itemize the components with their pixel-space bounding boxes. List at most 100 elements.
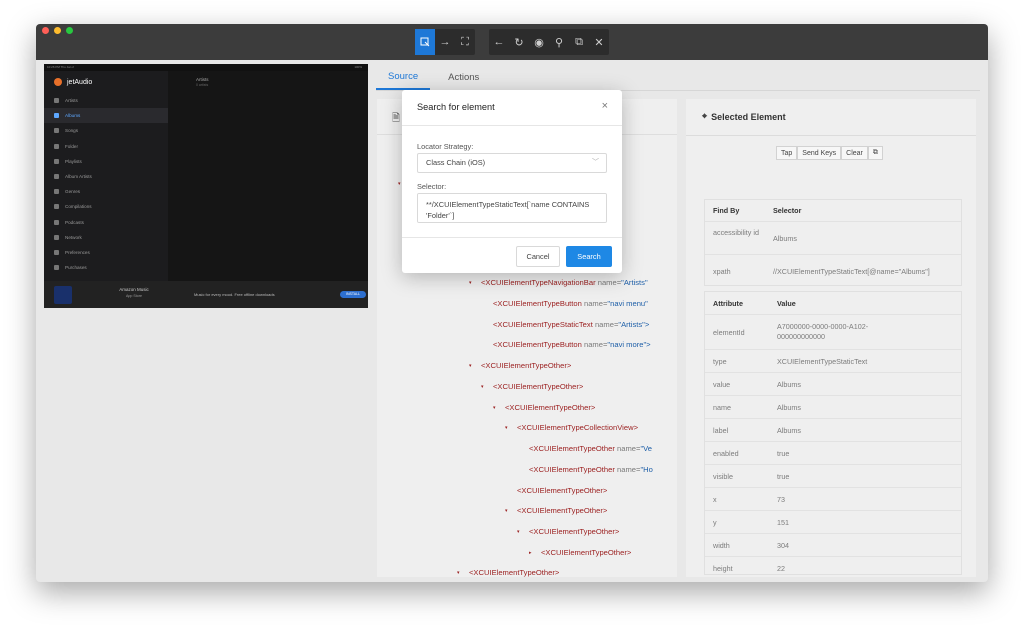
tree-node[interactable]: <XCUIElementTypeOther> (541, 548, 631, 557)
attribute-value[interactable]: true (777, 472, 907, 482)
device-screenshot[interactable]: 10:26 PM Thu Jan 2 100% jetAudio Artists… (44, 64, 368, 308)
attribute-value[interactable]: 304 (777, 541, 907, 551)
device-sidebar-item[interactable]: Purchases (44, 260, 168, 275)
tree-node-tag: <XCUIElementTypeOther> (517, 486, 608, 495)
tree-node[interactable]: <XCUIElementTypeOther> (529, 527, 619, 536)
swipe-button[interactable]: → (435, 29, 455, 55)
device-sidebar: jetAudio Artists Albums Songs Folder Playlis… (44, 71, 168, 281)
attribute-value[interactable]: XCUIElementTypeStaticText (777, 357, 907, 367)
attribute-key: width (713, 541, 730, 550)
tree-node-tag: <XCUIElementTypeButton (493, 340, 582, 349)
device-sidebar-item[interactable]: Albums (44, 108, 168, 124)
attribute-value[interactable]: 73 (777, 495, 907, 505)
tree-node-tag: <XCUIElementTypeOther> (469, 568, 560, 577)
close-window-button[interactable] (42, 27, 49, 34)
tree-toggle-icon[interactable]: ▾ (457, 570, 460, 576)
find-by-header: Find By (713, 206, 740, 215)
tab-source[interactable]: Source (376, 64, 431, 90)
search-submit-button[interactable]: Search (566, 246, 612, 267)
tree-node-tag: <XCUIElementTypeOther> (517, 506, 608, 515)
attribute-value[interactable]: Albums (777, 403, 907, 413)
tree-node[interactable]: <XCUIElementTypeStaticText name="Artists… (493, 320, 649, 329)
device-sidebar-item[interactable]: Preferences (44, 245, 168, 260)
tree-node[interactable]: <XCUIElementTypeOther> (517, 486, 607, 495)
maximize-window-button[interactable] (66, 27, 73, 34)
device-sidebar-item[interactable]: Network (44, 230, 168, 245)
tree-node[interactable]: <XCUIElementTypeButton name="navi more"> (493, 340, 651, 349)
action-toolbar: ← ↻ ◉ ⚲ ⧉ ✕ (489, 29, 609, 55)
tree-node[interactable]: <XCUIElementTypeNavigationBar name="Arti… (481, 278, 648, 287)
device-sidebar-item[interactable]: Songs (44, 123, 168, 138)
quit-session-button[interactable]: ✕ (589, 29, 609, 55)
attribute-value[interactable]: 22 (777, 564, 907, 574)
tap-button[interactable]: Tap (776, 146, 798, 160)
tree-node[interactable]: <XCUIElementTypeOther> (481, 361, 571, 370)
find-by-value[interactable]: //XCUIElementTypeStaticText[@name="Album… (773, 267, 930, 276)
attribute-value[interactable]: A7000000-0000-0000-A102-000000000000 (777, 322, 907, 342)
attribute-value[interactable]: true (777, 449, 907, 459)
clear-button[interactable]: Clear (841, 146, 868, 160)
locator-strategy-label: Locator Strategy: (417, 142, 474, 151)
tree-node[interactable]: <XCUIElementTypeOther name="Ve (529, 444, 652, 453)
device-sidebar-item[interactable]: Podcasts (44, 215, 168, 230)
device-sidebar-label: Album Artists (65, 174, 92, 180)
show-hidden-button[interactable]: ◉ (529, 29, 549, 55)
tree-toggle-icon[interactable]: ▾ (517, 529, 520, 535)
tree-toggle-icon[interactable]: ▸ (529, 550, 532, 556)
copy-attributes-button[interactable]: ⧉ (867, 146, 883, 160)
attribute-row: width 304 (705, 533, 961, 556)
device-sidebar-item[interactable]: Compilations (44, 199, 168, 214)
device-sidebar-item[interactable]: Artists (44, 93, 168, 108)
tree-node[interactable]: <XCUIElementTypeOther name="Ho (529, 465, 653, 474)
tree-toggle-icon[interactable]: ▾ (469, 363, 472, 369)
tree-node-value: "Artists" (621, 278, 648, 287)
close-icon: × (601, 100, 608, 112)
device-sidebar-item[interactable]: Album Artists (44, 169, 168, 184)
close-icon: ✕ (594, 36, 604, 49)
refresh-button[interactable]: ↻ (509, 29, 529, 55)
tab-actions[interactable]: Actions (436, 64, 491, 90)
device-ad-banner: Amazon Music App Store Music for every m… (44, 281, 368, 308)
copy-icon: ⧉ (872, 149, 878, 156)
selected-element-heading: Selected Element (711, 111, 786, 122)
device-sidebar-item[interactable]: Genres (44, 184, 168, 199)
tree-toggle-icon[interactable]: ▾ (481, 384, 484, 390)
device-sidebar-label: Preferences (65, 249, 90, 255)
tree-toggle-icon[interactable]: ▾ (469, 280, 472, 286)
device-sidebar-item[interactable]: Playlists (44, 154, 168, 169)
send-keys-button[interactable]: Send Keys (797, 146, 842, 160)
tree-node[interactable]: <XCUIElementTypeOther> (505, 403, 595, 412)
back-button[interactable]: ← (489, 29, 509, 55)
attribute-value[interactable]: Albums (777, 380, 907, 390)
copy-xml-button[interactable]: ⧉ (569, 29, 589, 55)
locator-strategy-select[interactable]: Class Chain (iOS) ﹀ (417, 153, 607, 173)
modal-header-divider (402, 125, 622, 126)
tree-toggle-icon[interactable]: ▾ (493, 405, 496, 411)
tap-coordinates-button[interactable]: ⛶ (455, 29, 475, 55)
tree-node[interactable]: <XCUIElementTypeButton name="navi menu" (493, 299, 648, 308)
device-sidebar-item[interactable]: Folder (44, 139, 168, 154)
attribute-value[interactable]: 151 (777, 518, 907, 528)
find-by-row: xpath //XCUIElementTypeStaticText[@name=… (705, 254, 961, 286)
search-button[interactable]: ⚲ (549, 29, 569, 55)
selector-input[interactable] (417, 193, 607, 223)
tree-node-attr: name= (583, 340, 608, 349)
jetaudio-logo-icon (54, 78, 62, 86)
attribute-row: enabled true (705, 441, 961, 464)
tree-toggle-icon[interactable]: ▾ (505, 508, 508, 514)
tree-node[interactable]: <XCUIElementTypeCollectionView> (517, 423, 638, 432)
minimize-window-button[interactable] (54, 27, 61, 34)
tree-node[interactable]: <XCUIElementTypeOther> (517, 506, 607, 515)
selected-divider (686, 135, 976, 136)
tree-toggle-icon[interactable]: ▾ (505, 425, 508, 431)
cancel-button[interactable]: Cancel (516, 246, 560, 267)
select-element-button[interactable] (415, 29, 435, 55)
find-by-value[interactable]: Albums (773, 234, 797, 243)
tree-collapse-icon[interactable]: ▾ (398, 181, 401, 187)
sidebar-item-icon (54, 98, 59, 104)
tree-node[interactable]: <XCUIElementTypeOther> (469, 568, 559, 577)
tree-node[interactable]: <XCUIElementTypeOther> (493, 382, 583, 391)
attribute-value[interactable]: Albums (777, 426, 907, 436)
modal-close-button[interactable]: × (602, 100, 608, 112)
device-sidebar-label: Folder (65, 143, 79, 149)
